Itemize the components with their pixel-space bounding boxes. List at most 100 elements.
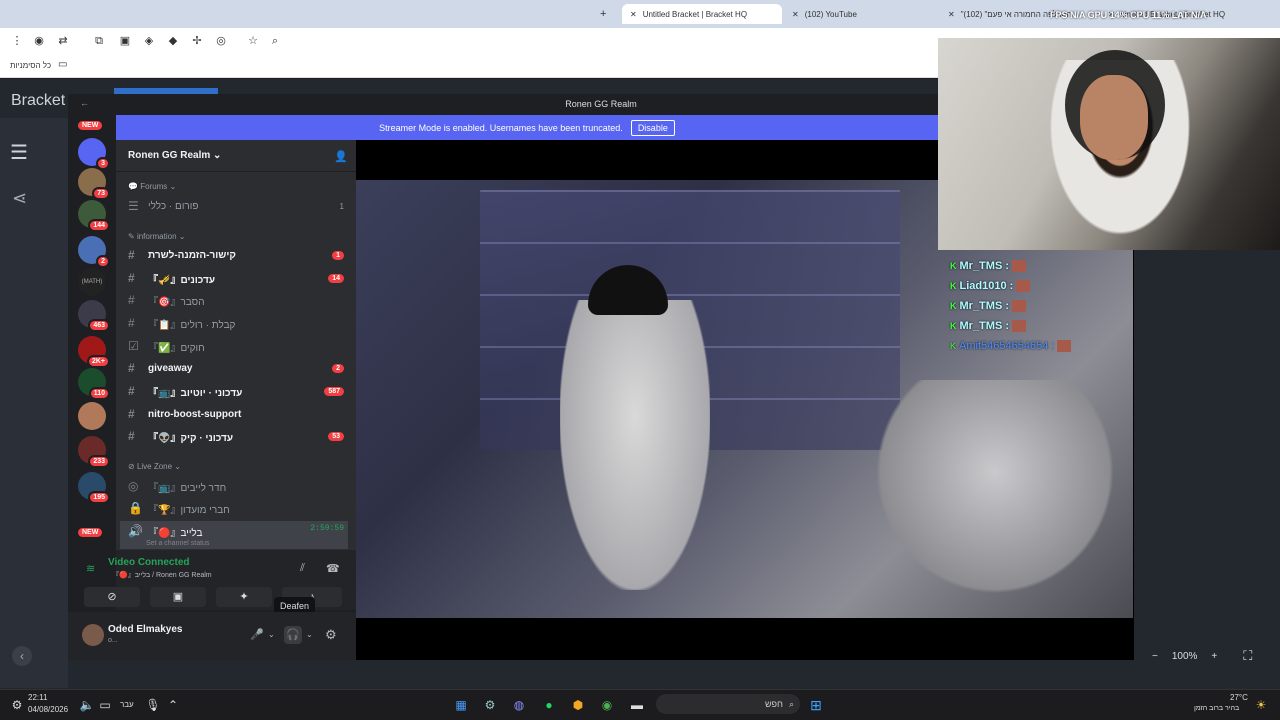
extension-icon[interactable]: ◆ [166,34,180,48]
headphones-icon[interactable]: 🎧 [284,626,302,644]
close-icon[interactable]: ✕ [948,10,955,19]
extension-icon[interactable]: ▣ [118,34,132,48]
channel-youtube-updates[interactable]: # 『📺』עדכוני · יוטיוב 587 [120,381,348,401]
server-header[interactable]: Ronen GG Realm ⌄ [116,140,356,172]
extension-icon[interactable]: ◎ [214,34,228,48]
steam-icon[interactable]: ⚙ [481,696,499,714]
activities-button[interactable]: ✦ [216,587,272,607]
microphone-icon[interactable]: 🎤 [250,628,264,641]
close-icon[interactable]: ✕ [792,10,799,19]
app-icon[interactable]: ⬢ [569,696,587,714]
channel-nitro-boost-support[interactable]: # nitro-boost-support [120,404,348,424]
spotify-icon[interactable]: ● [540,696,558,714]
extension-icon[interactable]: ◈ [142,34,156,48]
settings-gear-icon[interactable]: ⚙ [325,627,337,643]
hash-icon: # [128,271,135,285]
channel-explanation[interactable]: # 『🎯』הסבר [120,290,348,310]
new-tab-icon[interactable]: + [600,8,606,20]
guild-icon[interactable]: 110 [78,368,110,400]
guild-icon[interactable]: 2K+ [78,336,110,368]
microphone-icon[interactable]: 🎙 [144,696,162,714]
weather-icon[interactable]: ☀ [1252,696,1270,714]
voice-location: 『🔴』בלייב / Ronen GG Realm [112,572,212,579]
puzzle-icon[interactable]: ⧉ [92,34,106,48]
clock-time[interactable]: 22:11 [28,693,47,702]
chrome-icon[interactable]: ◉ [598,696,616,714]
signal-icon[interactable]: ≋ [86,562,95,575]
clock-date[interactable]: 04/08/2026 [28,705,68,714]
emote-icon [1016,280,1031,292]
channel-club-members[interactable]: 🔒 『🏆』חברי מועדון [120,498,348,518]
screen-share-button[interactable]: ▣ [150,587,206,607]
channel-roles[interactable]: # 『📋』קבלת · רולים [120,313,348,333]
share-icon[interactable]: ⋖ [12,188,27,209]
fullscreen-icon[interactable]: ⛶ [1243,648,1252,664]
webcam-face [1080,75,1148,160]
extension-icon[interactable]: ⇄ [56,34,70,48]
avatar[interactable] [82,624,104,646]
guild-icon[interactable]: 195 [78,472,110,504]
voice-status[interactable]: Video Connected [108,557,190,568]
input-language[interactable]: עבר [120,700,134,709]
network-icon[interactable]: ▭ [96,696,114,714]
chat-line: K Mr_TMS : [950,256,1130,276]
channel-live-rooms[interactable]: ◎ 『📺』חדר לייבים [120,476,348,496]
guild-icon[interactable]: (MATH) [78,268,106,296]
extension-icon[interactable]: ✢ [190,34,204,48]
chevron-down-icon[interactable]: ⌄ [306,630,313,639]
zoom-out-icon[interactable]: − [1152,651,1158,662]
category-live-zone[interactable]: ⊘ Live Zone ⌄ [128,462,181,471]
guild-icon[interactable]: 73 [78,168,110,200]
set-status-link[interactable]: Set a channel status [146,540,209,547]
menu-icon[interactable]: ⋮ [10,34,24,48]
emote-icon [1012,300,1026,312]
brand-logo: Bracket [11,92,66,109]
channel-rules[interactable]: ☑ 『✅』חוקים [120,336,348,356]
zoom-controls: − 100% + ⛶ [1134,640,1280,672]
camera-off-button[interactable]: ⊘ [84,587,140,607]
chevron-down-icon[interactable]: ⌄ [268,630,275,639]
windows-start-icon[interactable]: ⊞ [807,696,825,714]
channel-giveaway[interactable]: # giveaway 2 [120,358,348,378]
bracket-sidebar [0,118,68,688]
channel-forum-general[interactable]: ☰ פורום · כללי 1 [120,196,348,216]
speaker-icon[interactable]: 🔈 [78,696,96,714]
calculator-icon[interactable]: ▦ [452,696,470,714]
temperature[interactable]: 27°C [1230,693,1248,702]
tab-youtube[interactable]: ✕ (102) YouTube [784,4,914,24]
channel-kick-updates[interactable]: # 『👽』עדכוני · קיק 53 [120,426,348,446]
chevron-up-icon[interactable]: ⌃ [164,696,182,714]
tab-bracket[interactable]: ✕ Untitled Bracket | Bracket HQ [622,4,782,24]
file-explorer-icon[interactable]: ▬ [628,696,646,714]
back-icon[interactable]: ← [80,98,89,108]
channel-updates[interactable]: # 『🎺』עדכונים 14 [120,268,348,288]
guild-icon[interactable]: 233 [78,436,110,468]
close-icon[interactable]: ✕ [630,10,637,19]
guild-icon[interactable] [78,402,106,430]
all-bookmarks[interactable]: כל הסימניות [10,61,51,70]
discord-icon[interactable]: ◍ [510,696,528,714]
zoom-icon[interactable]: ⌕ [268,34,282,48]
chat-line: K Mr_TMS : [950,296,1130,316]
guild-icon[interactable]: 3 [78,138,110,170]
add-member-icon[interactable]: 👤 [334,150,348,163]
app-icon[interactable]: ⚙ [8,696,26,714]
star-icon[interactable]: ☆ [246,34,260,48]
disconnect-icon[interactable]: ☎ [326,562,340,575]
category-forums[interactable]: 💬 Forums ⌄ [128,182,176,191]
disable-button[interactable]: Disable [630,119,675,136]
guild-icon[interactable]: 463 [78,300,110,332]
search-input[interactable]: חפש ⌕ [656,694,800,714]
channel-invite-link[interactable]: # קישור-הזמנה-לשרת 1 [120,245,348,265]
overlay-stats: FPS N/A GPU 14% CPU 11% LAT N/A [1050,10,1207,20]
chat-line: K Mr_TMS : [950,316,1130,336]
guild-icon[interactable]: 2 [78,236,110,268]
noise-suppression-icon[interactable]: ⫽ [300,562,305,575]
guild-icon[interactable]: 144 [78,200,110,232]
emote-icon [1057,340,1072,352]
zoom-in-icon[interactable]: + [1211,651,1217,662]
bracket-icon[interactable]: ☰ [10,140,34,164]
extension-icon[interactable]: ◉ [32,34,46,48]
category-information[interactable]: ✎ information ⌄ [128,232,185,241]
chevron-left-icon[interactable]: ‹ [12,646,32,666]
